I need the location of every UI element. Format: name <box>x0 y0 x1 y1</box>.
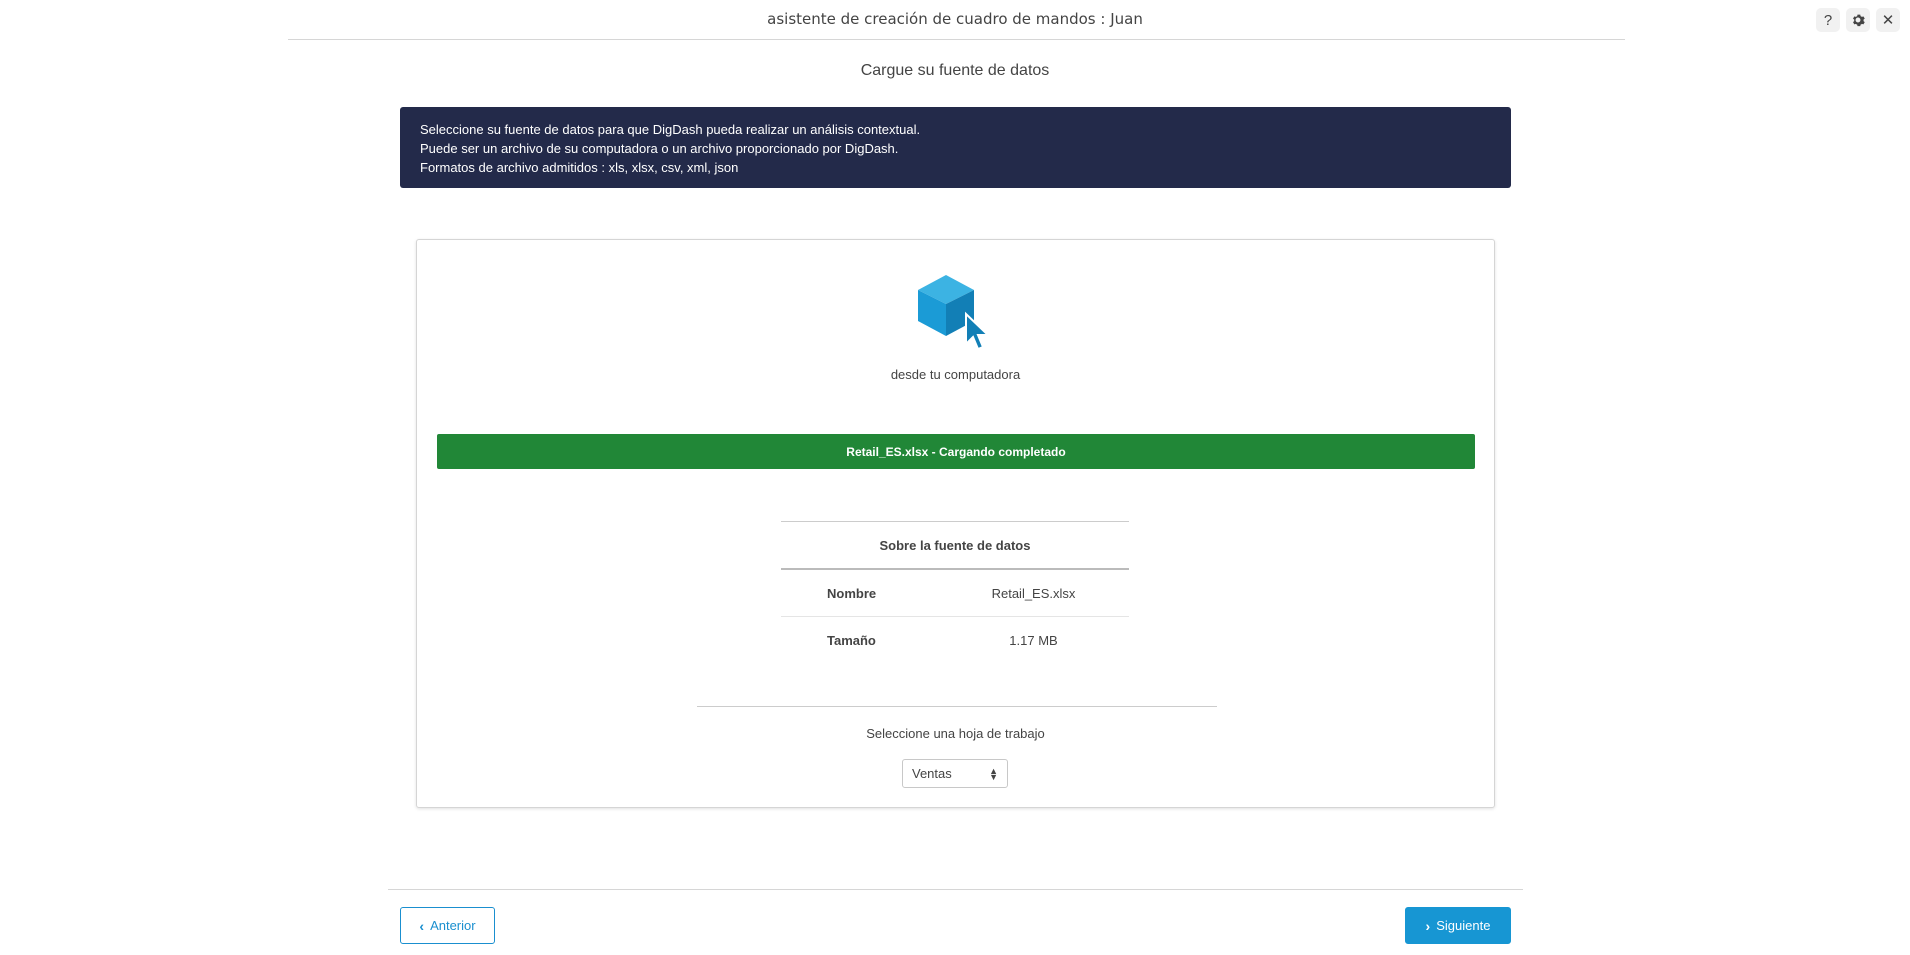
header-divider <box>288 39 1625 40</box>
chevron-right-icon: › <box>1425 917 1431 934</box>
gear-icon[interactable] <box>1846 8 1870 32</box>
close-icon[interactable]: ✕ <box>1876 8 1900 32</box>
table-row: Nombre Retail_ES.xlsx <box>781 569 1129 617</box>
window-controls: ? ✕ <box>1816 8 1900 32</box>
banner-line: Puede ser un archivo de su computadora o… <box>420 141 899 156</box>
sheet-divider <box>697 706 1217 707</box>
worksheet-select-value: Ventas <box>912 766 952 781</box>
upload-status-bar: Retail_ES.xlsx - Cargando completado <box>437 434 1475 469</box>
footer-divider <box>388 889 1523 890</box>
help-icon[interactable]: ? <box>1816 8 1840 32</box>
banner-line: Formatos de archivo admitidos : xls, xls… <box>420 160 739 175</box>
row-key: Nombre <box>781 569 938 617</box>
table-row: Tamaño 1.17 MB <box>781 617 1129 664</box>
datasource-info-table: Sobre la fuente de datos Nombre Retail_E… <box>781 521 1129 663</box>
next-button-label: Siguiente <box>1436 918 1491 933</box>
info-banner: Seleccione su fuente de datos para que D… <box>400 107 1511 188</box>
row-key: Tamaño <box>827 632 876 648</box>
datasource-card: desde tu computadora Retail_ES.xlsx - Ca… <box>416 239 1495 808</box>
step-title: Cargue su fuente de datos <box>860 62 1050 79</box>
upload-status-text: Retail_ES.xlsx - Cargando completado <box>846 444 1066 459</box>
previous-button-label: Anterior <box>430 918 476 933</box>
banner-line: Seleccione su fuente de datos para que D… <box>420 122 921 137</box>
row-value: Retail_ES.xlsx <box>938 569 1129 617</box>
source-option-label: desde tu computadora <box>890 367 1021 382</box>
chevron-left-icon: ‹ <box>419 917 425 934</box>
sort-caret-icon: ▲ ▼ <box>989 765 998 782</box>
next-button[interactable]: › Siguiente <box>1405 907 1511 944</box>
table-heading: Sobre la fuente de datos <box>781 521 1129 570</box>
worksheet-select[interactable]: Ventas ▲ ▼ <box>902 759 1008 788</box>
row-value: 1.17 MB <box>1009 632 1058 648</box>
wizard-title: asistente de creación de cuadro de mando… <box>767 10 1143 28</box>
cube-cursor-icon[interactable] <box>914 270 994 351</box>
previous-button[interactable]: ‹ Anterior <box>400 907 495 944</box>
sheet-select-label: Seleccione una hoja de trabajo <box>866 726 1045 741</box>
table-header-row: Sobre la fuente de datos <box>781 521 1129 570</box>
